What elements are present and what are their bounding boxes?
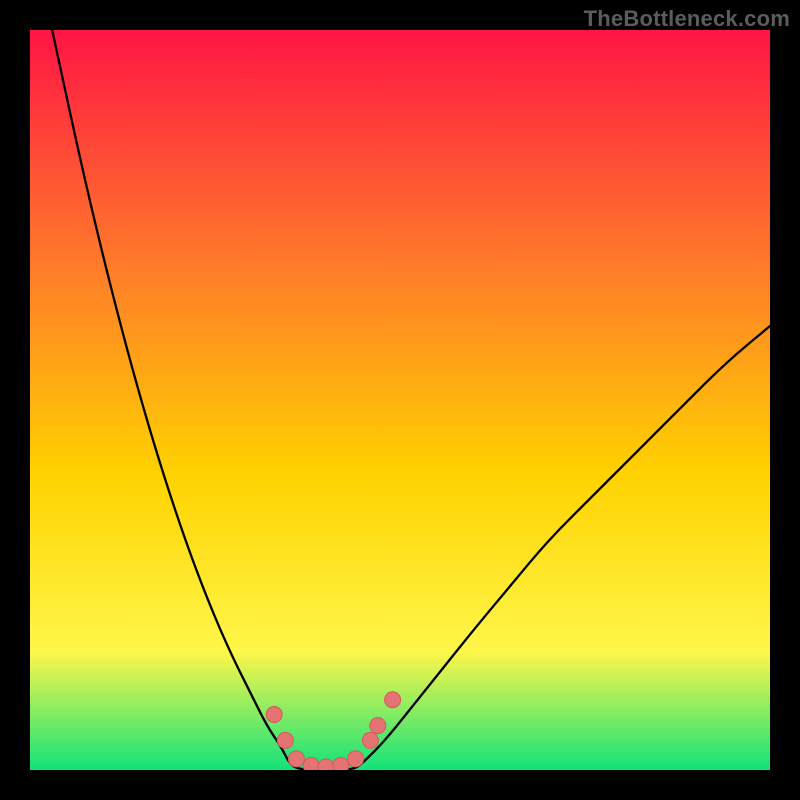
data-marker (333, 758, 349, 770)
chart-svg (30, 30, 770, 770)
data-marker (303, 758, 319, 770)
data-marker (362, 732, 378, 748)
data-marker (288, 751, 304, 767)
data-marker (348, 751, 364, 767)
data-marker (385, 692, 401, 708)
watermark-text: TheBottleneck.com (584, 6, 790, 32)
data-marker (318, 759, 334, 770)
chart-stage: TheBottleneck.com (0, 0, 800, 800)
data-marker (266, 707, 282, 723)
data-marker (277, 732, 293, 748)
data-marker (370, 718, 386, 734)
bottleneck-chart (30, 30, 770, 770)
